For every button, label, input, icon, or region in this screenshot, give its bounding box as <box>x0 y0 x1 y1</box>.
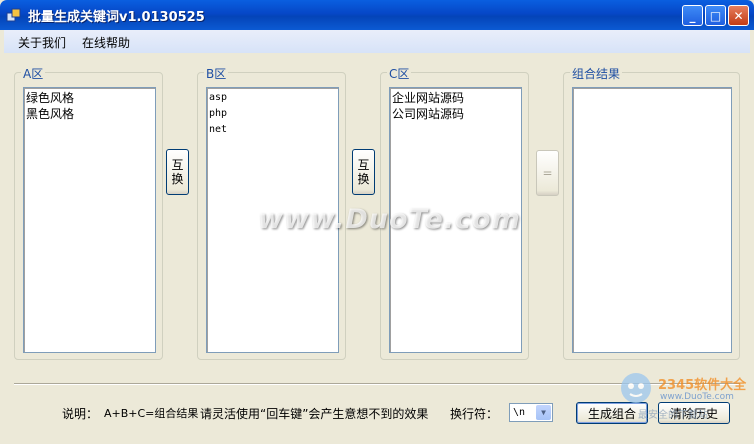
watermark-brand: 2345软件大全 <box>658 378 747 393</box>
equals-button[interactable]: = <box>536 150 559 196</box>
group-a: A区 绿色风格 黑色风格 <box>14 65 163 360</box>
note-label: 说明： <box>62 407 99 421</box>
watermark-url: www.DuoTe.com <box>660 392 734 402</box>
menu-about-us[interactable]: 关于我们 <box>18 34 66 51</box>
chevron-down-icon[interactable]: ▼ <box>536 405 551 420</box>
menu-bar: 关于我们 在线帮助 <box>4 30 750 53</box>
minimize-icon: _ <box>689 8 696 23</box>
list-item[interactable]: 绿色风格 <box>26 90 153 106</box>
minimize-button[interactable]: _ <box>682 5 703 26</box>
cloud-mascot-icon <box>621 373 651 403</box>
list-item[interactable]: asp <box>209 90 336 106</box>
list-item[interactable]: net <box>209 122 336 138</box>
swap-ab-button[interactable]: 互换 <box>166 149 189 195</box>
hint-text: 请灵活使用“回车键”会产生意想不到的效果 <box>200 407 429 421</box>
group-c-label: C区 <box>387 65 412 82</box>
title-bar: 批量生成关键词v1.0130525 _ □ ✕ <box>0 0 754 30</box>
maximize-icon: □ <box>709 8 722 23</box>
group-result-label: 组合结果 <box>570 65 623 82</box>
watermark-tagline: 最安全的下载站 <box>638 410 708 421</box>
menu-online-help[interactable]: 在线帮助 <box>82 34 130 51</box>
close-icon: ✕ <box>733 8 744 23</box>
group-result: 组合结果 <box>563 65 740 360</box>
list-item[interactable]: 企业网站源码 <box>392 90 519 106</box>
list-item[interactable]: 黑色风格 <box>26 106 153 122</box>
swap-label: 互换 <box>171 158 184 186</box>
formula-text: A+B+C=组合结果 <box>104 407 199 420</box>
newline-value: \n <box>513 407 526 418</box>
group-a-label: A区 <box>21 65 46 82</box>
watermark-text: www.DuoTe.com <box>258 204 521 235</box>
newline-label: 换行符： <box>450 407 499 421</box>
list-a[interactable]: 绿色风格 黑色风格 <box>23 87 156 353</box>
newline-select[interactable]: \n ▼ <box>509 403 553 422</box>
swap-bc-button[interactable]: 互换 <box>352 149 375 195</box>
group-b-label: B区 <box>204 65 229 82</box>
list-result[interactable] <box>572 87 732 353</box>
list-item[interactable]: 公司网站源码 <box>392 106 519 122</box>
app-icon <box>6 8 21 22</box>
swap-label: 互换 <box>357 158 370 186</box>
list-item[interactable]: php <box>209 106 336 122</box>
corner-watermark-logo: 2345软件大全 www.DuoTe.com 最安全的下载站 <box>618 366 752 426</box>
window-title: 批量生成关键词v1.0130525 <box>28 10 205 25</box>
close-button[interactable]: ✕ <box>728 5 749 26</box>
maximize-button[interactable]: □ <box>705 5 726 26</box>
